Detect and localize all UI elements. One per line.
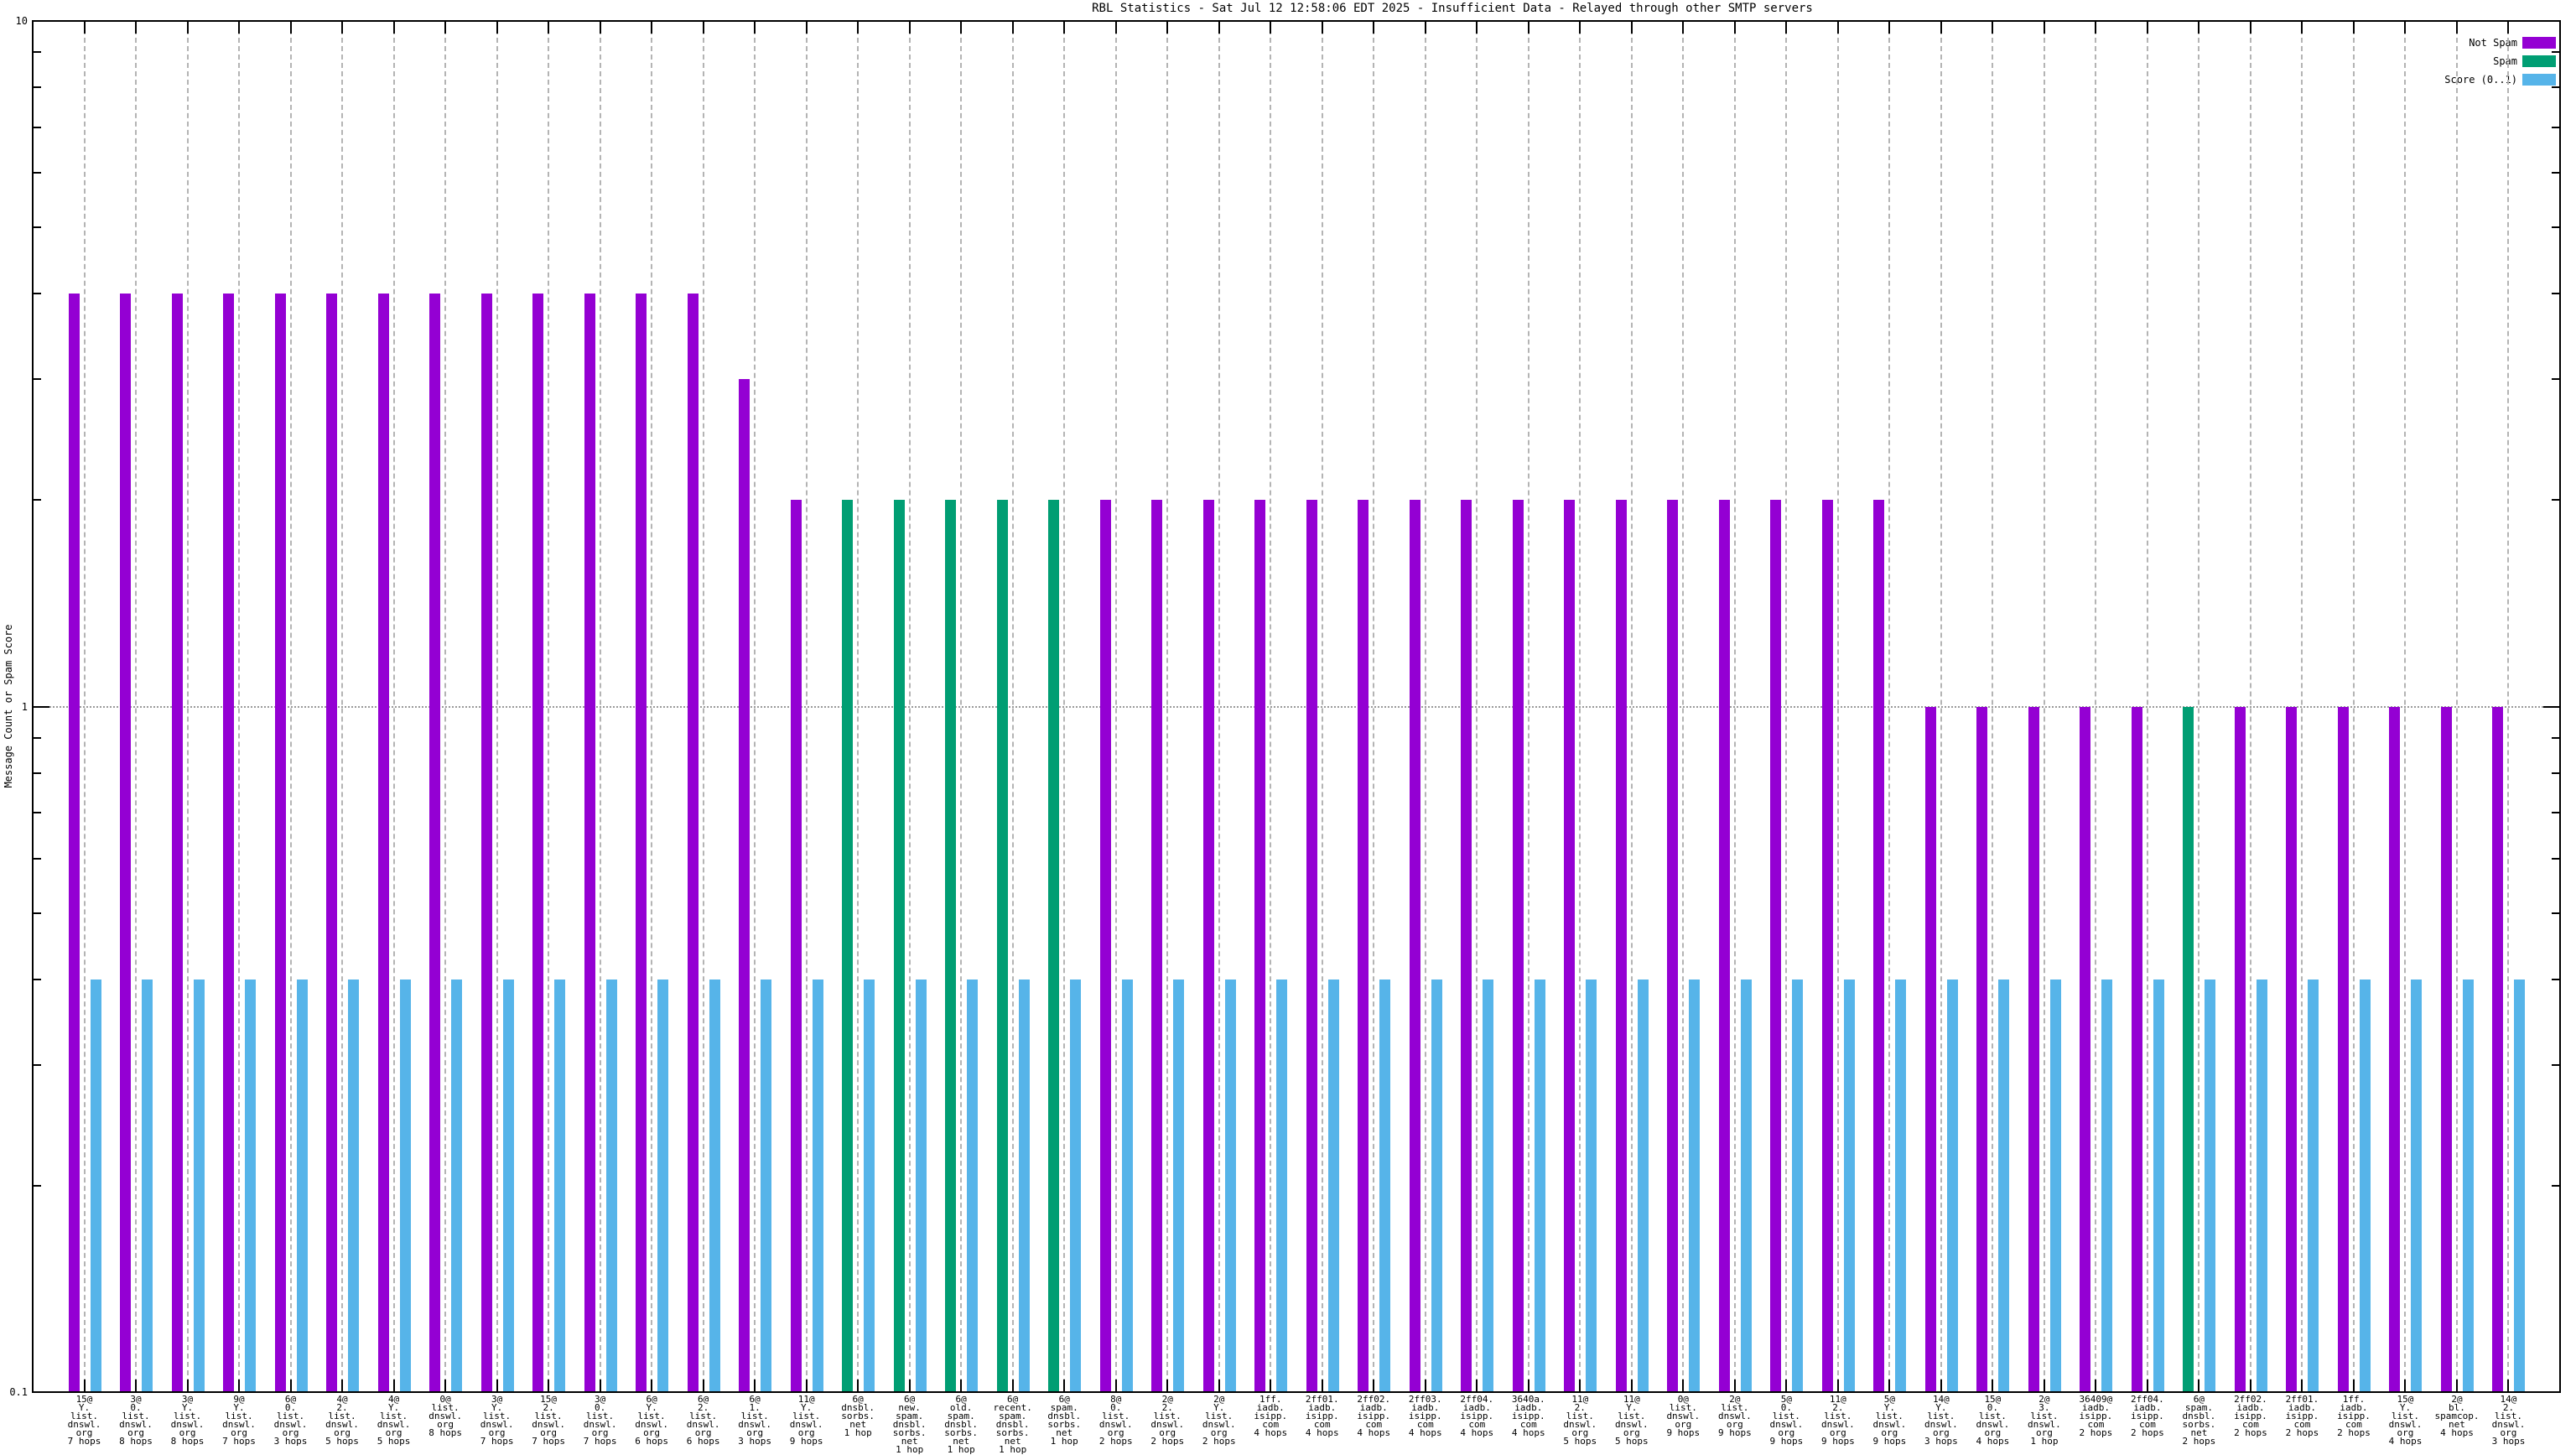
x-tick-label: 11@ 2. list. dnswl. org 9 hops xyxy=(1820,1394,1855,1447)
x-tick-label: 2@ 3. list. dnswl. org 1 hop xyxy=(2028,1394,2061,1447)
x-tick-label: 2ff04. iadb. isipp. com 2 hops xyxy=(2131,1394,2164,1438)
x-tick-label: 14@ Y. list. dnswl. org 3 hops xyxy=(1924,1394,1958,1447)
x-tick-label: 6@ 1. list. dnswl. org 3 hops xyxy=(738,1394,772,1447)
x-tick-label: 15@ Y. list. dnswl. org 4 hops xyxy=(2388,1394,2423,1447)
x-tick-label: 3@ Y. list. dnswl. org 7 hops xyxy=(480,1394,514,1447)
y-tick-label: 0.1 xyxy=(9,1386,28,1398)
x-tick-label: 6@ dnsbl. sorbs. net 1 hop xyxy=(841,1394,875,1438)
x-tick-label: 0@ list. dnswl. org 8 hops xyxy=(428,1394,462,1438)
x-tick-label: 15@ 0. list. dnswl. org 4 hops xyxy=(1976,1394,2010,1447)
x-tick-label: 2ff02. iadb. isipp. com 2 hops xyxy=(2234,1394,2267,1438)
x-tick-label: 6@ Y. list. dnswl. org 6 hops xyxy=(635,1394,668,1447)
x-tick-label: 4@ 2. list. dnswl. org 5 hops xyxy=(325,1394,359,1447)
x-tick-label: 5@ Y. list. dnswl. org 9 hops xyxy=(1872,1394,1907,1447)
x-tick-label: 6@ old. spam. dnsbl. sorbs. net 1 hop xyxy=(944,1394,979,1455)
x-tick-label: 2ff01. iadb. isipp. com 4 hops xyxy=(1305,1394,1339,1438)
x-tick-label: 6@ spam. dnsbl. sorbs. net 2 hops xyxy=(2182,1394,2216,1447)
y-tick-label: 10 xyxy=(15,15,28,27)
x-tick-label: 2@ Y. list. dnswl. org 2 hops xyxy=(1202,1394,1236,1447)
x-tick-label: 5@ 0. list. dnswl. org 9 hops xyxy=(1769,1394,1804,1447)
x-tick-label: 0@ list. dnswl. org 9 hops xyxy=(1666,1394,1701,1438)
x-tick-label: 15@ Y. list. dnswl. org 7 hops xyxy=(67,1394,101,1447)
x-tick-label: 3@ 0. list. dnswl. org 7 hops xyxy=(583,1394,617,1447)
x-tick-label: 6@ recent. spam. dnsbl. sorbs. net 1 hop xyxy=(993,1394,1032,1455)
x-tick-label: 11@ 2. list. dnswl. org 5 hops xyxy=(1563,1394,1597,1447)
chart-title: RBL Statistics - Sat Jul 12 12:58:06 EDT… xyxy=(1092,2,1813,15)
x-tick-label: 3@ 0. list. dnswl. org 8 hops xyxy=(119,1394,153,1447)
x-tick-label: 14@ 2. list. dnswl. org 3 hops xyxy=(2491,1394,2526,1447)
x-tick-label: 3640a. iadb. isipp. com 4 hops xyxy=(1511,1394,1545,1438)
x-tick-label: 6@ spam. dnsbl. sorbs. net 1 hop xyxy=(1047,1394,1082,1447)
x-tick-label: 2ff02. iadb. isipp. com 4 hops xyxy=(1357,1394,1391,1438)
x-tick-label: 2@ bl. spamcop. net 4 hops xyxy=(2434,1394,2480,1438)
x-tick-label: 2@ list. dnswl. org 9 hops xyxy=(1717,1394,1752,1438)
x-tick-label: 1ff. iadb. isipp. com 4 hops xyxy=(1254,1394,1288,1438)
x-tick-label: 6@ new. spam. dnsbl. sorbs. net 1 hop xyxy=(892,1394,927,1455)
x-tick-label: 2ff04. iadb. isipp. com 4 hops xyxy=(1460,1394,1494,1438)
x-tick-label: 1ff. iadb. isipp. com 2 hops xyxy=(2337,1394,2371,1438)
x-tick-label: 11@ Y. list. dnswl. org 9 hops xyxy=(789,1394,823,1447)
x-tick-label: 8@ 0. list. dnswl. org 2 hops xyxy=(1098,1394,1133,1447)
x-tick-label: 11@ Y. list. dnswl. org 5 hops xyxy=(1614,1394,1649,1447)
y-tick-label: 1 xyxy=(21,700,28,713)
plot-area: RBL Statistics - Sat Jul 12 12:58:06 EDT… xyxy=(0,0,2576,1454)
x-tick-label: 15@ 2. list. dnswl. org 7 hops xyxy=(532,1394,565,1447)
x-tick-label: 2ff03. iadb. isipp. com 4 hops xyxy=(1408,1394,1442,1438)
x-tick-label: 4@ Y. list. dnswl. org 5 hops xyxy=(377,1394,411,1447)
x-tick-label: 36409@ iadb. isipp. com 2 hops xyxy=(2079,1394,2113,1438)
x-tick-label: 2ff01. iadb. isipp. com 2 hops xyxy=(2285,1394,2319,1438)
x-tick-label: 3@ Y. list. dnswl. org 8 hops xyxy=(170,1394,205,1447)
x-tick-label: 2@ 2. list. dnswl. org 2 hops xyxy=(1150,1394,1185,1447)
x-tick-label: 6@ 0. list. dnswl. org 3 hops xyxy=(273,1394,308,1447)
plot-border xyxy=(32,20,2561,1393)
x-tick-label: 9@ Y. list. dnswl. org 7 hops xyxy=(222,1394,256,1447)
x-tick-label: 6@ 2. list. dnswl. org 6 hops xyxy=(686,1394,720,1447)
